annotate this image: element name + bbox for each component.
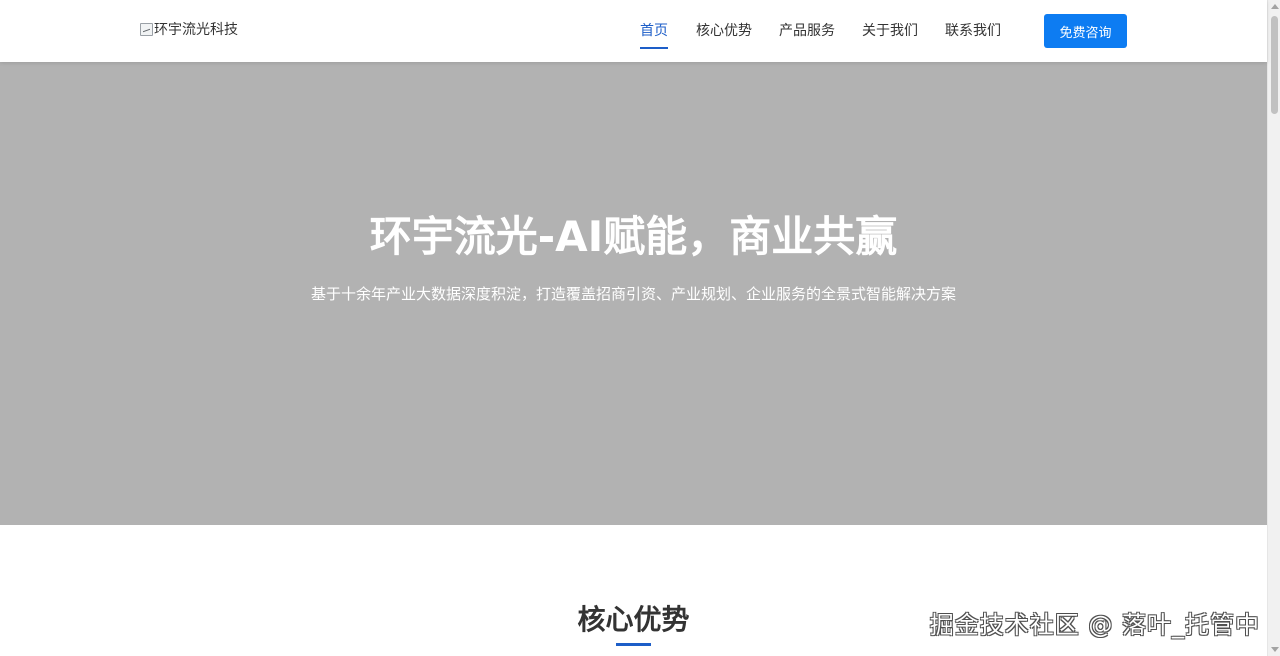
hero-title: 环宇流光-AI赋能，商业共赢: [369, 212, 898, 261]
logo[interactable]: 环宇流光科技: [140, 19, 238, 39]
broken-image-icon: [140, 22, 153, 36]
scroll-up-icon[interactable]: [1271, 4, 1279, 9]
nav-item-advantages[interactable]: 核心优势: [696, 21, 752, 41]
main-nav: 首页 核心优势 产品服务 关于我们 联系我们: [640, 0, 1028, 62]
section-title-underline: [616, 643, 651, 646]
logo-alt-text: 环宇流光科技: [154, 22, 238, 38]
nav-active-indicator: [640, 47, 668, 49]
free-consult-button[interactable]: 免费咨询: [1044, 14, 1127, 48]
hero-subtitle: 基于十余年产业大数据深度积淀，打造覆盖招商引资、产业规划、企业服务的全景式智能解…: [310, 285, 956, 303]
watermark: 掘金技术社区 @ 落叶_托管中: [929, 611, 1260, 639]
scroll-down-icon[interactable]: [1271, 647, 1279, 652]
nav-item-label: 关于我们: [862, 23, 918, 39]
nav-item-contact[interactable]: 联系我们: [945, 21, 1001, 41]
nav-item-products[interactable]: 产品服务: [779, 21, 835, 41]
nav-item-label: 首页: [640, 23, 668, 39]
site-header: 环宇流光科技 首页 核心优势 产品服务 关于我们 联系我们 免费咨询: [0, 0, 1267, 62]
nav-item-label: 核心优势: [696, 23, 752, 39]
nav-item-home[interactable]: 首页: [640, 21, 668, 49]
scrollbar-thumb[interactable]: [1271, 16, 1278, 114]
nav-item-label: 产品服务: [779, 23, 835, 39]
hero-banner: 环宇流光-AI赋能，商业共赢 基于十余年产业大数据深度积淀，打造覆盖招商引资、产…: [0, 62, 1267, 525]
nav-item-about[interactable]: 关于我们: [862, 21, 918, 41]
nav-item-label: 联系我们: [945, 23, 1001, 39]
page: 环宇流光科技 首页 核心优势 产品服务 关于我们 联系我们 免费咨询 环宇流光-…: [0, 0, 1280, 656]
vertical-scrollbar[interactable]: [1267, 0, 1280, 656]
